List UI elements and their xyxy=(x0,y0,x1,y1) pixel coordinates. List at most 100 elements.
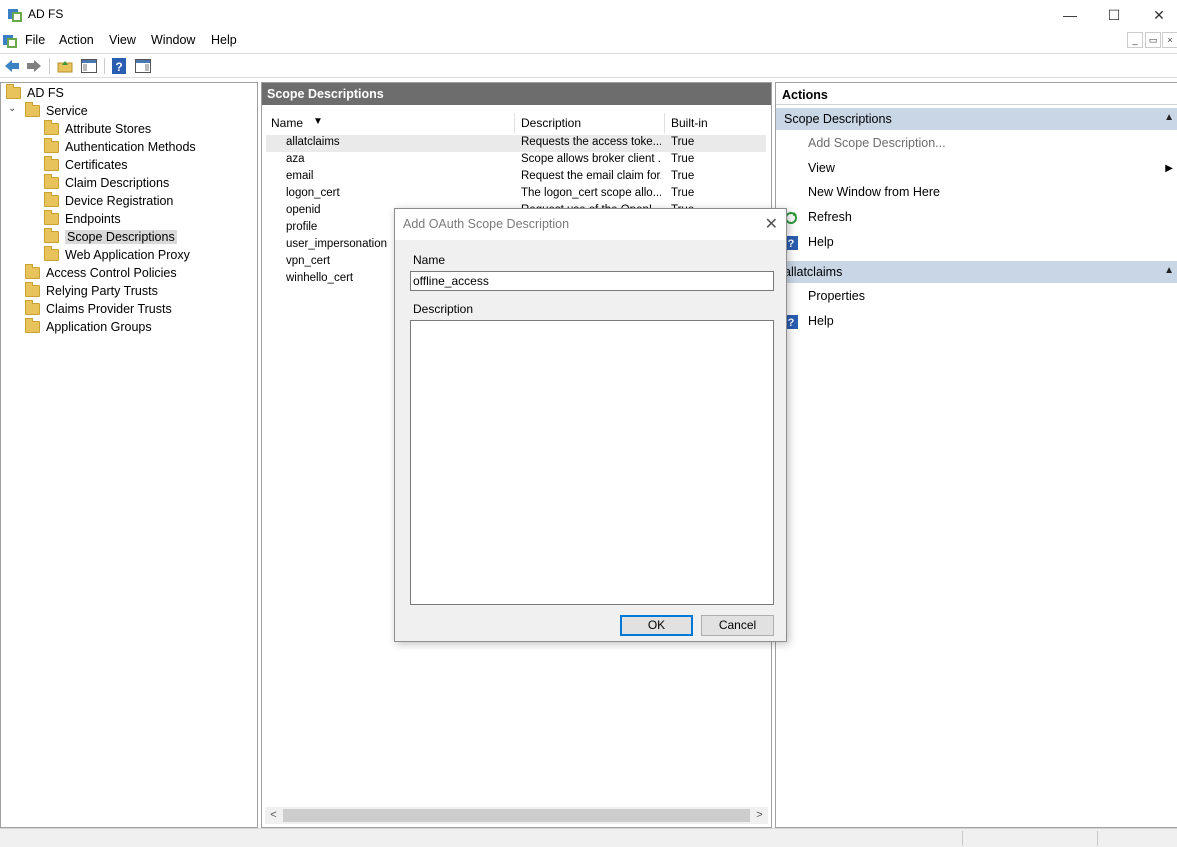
action-help-item[interactable]: Help xyxy=(808,314,834,328)
tree-item-authentication-methods[interactable]: Authentication Methods xyxy=(44,138,196,156)
dialog-close-icon[interactable]: ✕ xyxy=(765,214,778,234)
menu-help[interactable]: Help xyxy=(211,33,237,47)
mdi-close-button[interactable]: × xyxy=(1162,32,1177,48)
tree-item-device-registration[interactable]: Device Registration xyxy=(44,192,173,210)
chevron-down-icon[interactable]: ⌄ xyxy=(8,103,16,114)
scroll-left-icon[interactable]: < xyxy=(265,807,282,824)
column-header-label: Built-in xyxy=(671,116,708,130)
menu-action[interactable]: Action xyxy=(59,33,94,47)
tree-item-access-control-policies[interactable]: Access Control Policies xyxy=(25,264,177,282)
description-textarea[interactable] xyxy=(410,320,774,605)
tree-item-label: Relying Party Trusts xyxy=(46,284,158,298)
adfs-app-icon xyxy=(8,9,22,22)
actions-section-allatclaims[interactable]: allatclaims ▲ xyxy=(776,261,1177,283)
folder-icon xyxy=(25,102,40,117)
mdi-restore-button[interactable]: ▭ xyxy=(1145,32,1161,48)
tree-item-label: Claim Descriptions xyxy=(65,176,170,190)
tree-item-claims-provider-trusts[interactable]: Claims Provider Trusts xyxy=(25,300,172,318)
tree-item-label: Service xyxy=(46,104,88,118)
folder-icon xyxy=(44,120,59,135)
cell-description: Request the email claim for... xyxy=(521,170,661,182)
table-row[interactable]: email Request the email claim for... Tru… xyxy=(266,169,766,186)
console-tree: AD FS ⌄ Service Attribute Stores Authent… xyxy=(0,82,258,828)
results-pane-title: Scope Descriptions xyxy=(262,83,771,105)
folder-icon xyxy=(44,210,59,225)
action-properties[interactable]: Properties xyxy=(808,289,865,303)
dialog-titlebar: Add OAuth Scope Description ✕ xyxy=(395,209,786,240)
description-label: Description xyxy=(413,302,474,316)
scrollbar-thumb[interactable] xyxy=(283,809,750,822)
cell-name: email xyxy=(286,170,314,182)
table-row[interactable]: allatclaims Requests the access toke... … xyxy=(266,135,766,152)
up-folder-icon[interactable] xyxy=(56,57,74,75)
action-add-scope-description[interactable]: Add Scope Description... xyxy=(808,136,946,150)
cell-builtin: True xyxy=(671,136,695,148)
actions-pane: Actions Scope Descriptions ▲ Add Scope D… xyxy=(775,82,1177,828)
show-hide-action-pane-icon[interactable] xyxy=(134,57,152,75)
cell-name: logon_cert xyxy=(286,187,340,199)
horizontal-scrollbar[interactable]: < > xyxy=(265,807,768,824)
show-hide-console-tree-icon[interactable] xyxy=(80,57,98,75)
menu-view[interactable]: View xyxy=(109,33,136,47)
mmc-icon[interactable] xyxy=(2,33,18,49)
submenu-arrow-icon: ▶ xyxy=(1165,163,1173,174)
column-header-label: Description xyxy=(521,116,582,130)
cancel-button[interactable]: Cancel xyxy=(701,615,774,636)
cell-description: Requests the access toke... xyxy=(521,136,661,148)
name-input[interactable] xyxy=(410,271,774,291)
table-row[interactable]: aza Scope allows broker client ... True xyxy=(266,152,766,169)
folder-icon xyxy=(44,192,59,207)
column-header-builtin[interactable]: Built-in xyxy=(665,113,765,133)
tree-item-web-application-proxy[interactable]: Web Application Proxy xyxy=(44,246,190,264)
tree-item-adfs[interactable]: AD FS xyxy=(6,84,64,102)
tree-item-label: Claims Provider Trusts xyxy=(46,302,172,316)
column-header-description[interactable]: Description xyxy=(515,113,665,133)
actions-section-scope-descriptions[interactable]: Scope Descriptions ▲ xyxy=(776,108,1177,130)
action-help[interactable]: Help xyxy=(808,235,834,249)
toolbar-separator xyxy=(49,58,50,74)
folder-icon xyxy=(25,282,40,297)
scroll-right-icon[interactable]: > xyxy=(751,807,768,824)
tree-item-label: Certificates xyxy=(65,158,128,172)
tree-item-endpoints[interactable]: Endpoints xyxy=(44,210,121,228)
tree-item-attribute-stores[interactable]: Attribute Stores xyxy=(44,120,151,138)
tree-item-claim-descriptions[interactable]: Claim Descriptions xyxy=(44,174,169,192)
column-header-label: Name xyxy=(271,116,304,130)
help-icon[interactable]: ? xyxy=(110,57,128,75)
table-row[interactable]: logon_cert The logon_cert scope allo... … xyxy=(266,186,766,203)
forward-arrow-icon[interactable] xyxy=(25,57,43,75)
cell-builtin: True xyxy=(671,187,695,199)
ok-button[interactable]: OK xyxy=(620,615,693,636)
tree-item-label: Authentication Methods xyxy=(65,140,196,154)
tree-item-label: AD FS xyxy=(27,86,64,100)
name-label: Name xyxy=(413,253,446,267)
folder-icon xyxy=(44,156,59,171)
action-refresh[interactable]: Refresh xyxy=(808,210,852,224)
column-header-name[interactable]: Name ▼ xyxy=(265,113,515,133)
status-separator xyxy=(1097,831,1098,846)
menu-file[interactable]: File xyxy=(25,33,45,47)
folder-icon xyxy=(44,138,59,153)
cell-builtin: True xyxy=(671,170,695,182)
tree-item-service[interactable]: Service xyxy=(25,102,88,120)
tree-item-certificates[interactable]: Certificates xyxy=(44,156,128,174)
tree-item-application-groups[interactable]: Application Groups xyxy=(25,318,152,336)
tree-item-label: Application Groups xyxy=(46,320,152,334)
close-button[interactable]: ✕ xyxy=(1136,0,1177,30)
mdi-minimize-button[interactable]: _ xyxy=(1127,32,1143,48)
menu-window[interactable]: Window xyxy=(151,33,195,47)
tree-item-label: Scope Descriptions xyxy=(65,230,177,244)
action-new-window-from-here[interactable]: New Window from Here xyxy=(808,185,940,199)
tree-item-scope-descriptions[interactable]: Scope Descriptions xyxy=(44,228,177,246)
folder-icon xyxy=(6,84,21,99)
back-arrow-icon[interactable] xyxy=(3,57,21,75)
action-view[interactable]: View xyxy=(808,161,835,175)
section-title: Scope Descriptions xyxy=(784,112,892,126)
folder-icon xyxy=(25,300,40,315)
minimize-button[interactable]: — xyxy=(1047,0,1093,30)
collapse-caret-icon[interactable]: ▲ xyxy=(1164,265,1174,276)
tree-item-label: Attribute Stores xyxy=(65,122,152,136)
maximize-button[interactable]: ☐ xyxy=(1091,0,1137,30)
tree-item-relying-party-trusts[interactable]: Relying Party Trusts xyxy=(25,282,158,300)
collapse-caret-icon[interactable]: ▲ xyxy=(1164,112,1174,123)
